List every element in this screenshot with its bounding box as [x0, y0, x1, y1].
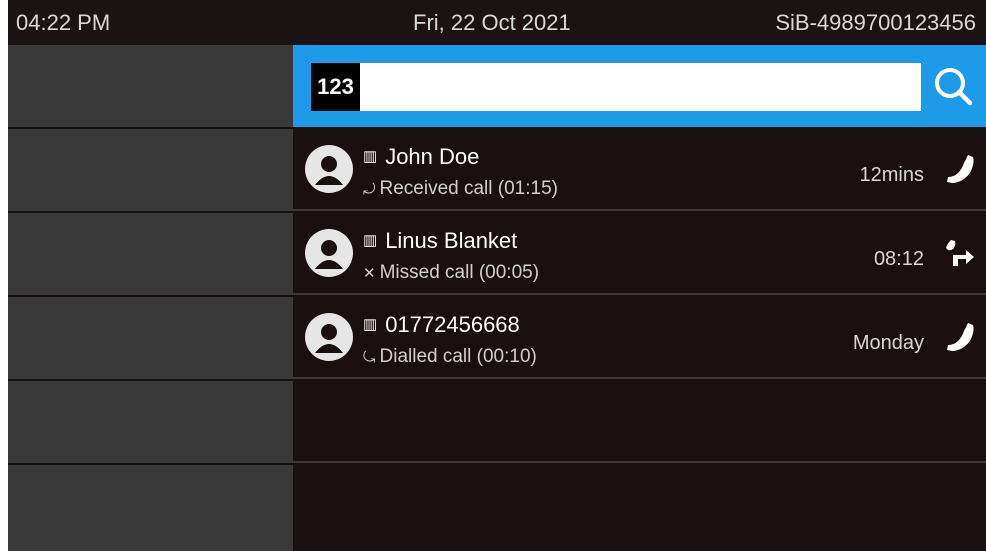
- empty-row: [293, 463, 986, 551]
- empty-row: [293, 379, 986, 463]
- avatar-icon: [305, 145, 353, 193]
- call-detail: ⤾ Received call (01:15): [363, 178, 558, 199]
- call-detail: ✕ Missed call (00:05): [363, 262, 540, 283]
- call-time: Monday: [852, 332, 924, 354]
- building-icon: ▥: [363, 316, 378, 333]
- search-bar: 123: [293, 45, 986, 127]
- status-time: 04:22 PM: [16, 10, 111, 35]
- search-icon: [935, 68, 973, 106]
- call-row[interactable]: ▥ John Doe ⤾ Received call (01:15) 12mins: [293, 127, 986, 211]
- contact-name: ▥ 01772456668: [363, 312, 520, 337]
- call-list: ▥ John Doe ⤾ Received call (01:15) 12mins …: [293, 127, 986, 551]
- received-call-icon: ⤾: [363, 181, 376, 198]
- softkey-3[interactable]: [8, 213, 293, 297]
- avatar-icon: [305, 313, 353, 361]
- search-input[interactable]: 123: [311, 63, 921, 111]
- softkey-6[interactable]: [8, 465, 293, 551]
- missed-call-icon: ✕: [363, 265, 376, 282]
- softkey-5[interactable]: [8, 381, 293, 465]
- call-row[interactable]: ▥ 01772456668 ⤿ Dialled call (00:10) Monda…: [293, 295, 986, 379]
- status-bar: 04:22 PM Fri, 22 Oct 2021 SiB-4989700123…: [8, 0, 986, 45]
- call-time: 12mins: [859, 164, 924, 186]
- phone-icon[interactable]: [942, 151, 978, 187]
- call-detail: ⤿ Dialled call (00:10): [363, 346, 537, 367]
- status-device-id: SiB-4989700123456: [775, 10, 976, 35]
- building-icon: ▥: [363, 232, 378, 249]
- contact-name: ▥ Linus Blanket: [363, 228, 518, 253]
- softkey-1[interactable]: [8, 45, 293, 129]
- phone-icon[interactable]: [942, 319, 978, 355]
- softkey-4[interactable]: [8, 297, 293, 381]
- softkey-2[interactable]: [8, 129, 293, 213]
- call-forward-icon[interactable]: [942, 235, 978, 271]
- input-mode-badge: 123: [311, 63, 360, 111]
- contact-name: ▥ John Doe: [363, 144, 480, 169]
- dialled-call-icon: ⤿: [363, 349, 376, 366]
- search-button[interactable]: [926, 59, 982, 115]
- phone-screen: 04:22 PM Fri, 22 Oct 2021 SiB-4989700123…: [8, 0, 986, 551]
- softkey-column: [8, 45, 293, 551]
- status-date: Fri, 22 Oct 2021: [413, 10, 571, 35]
- call-time: 08:12: [873, 248, 924, 270]
- avatar-icon: [305, 229, 353, 277]
- building-icon: ▥: [363, 148, 378, 165]
- call-row[interactable]: ▥ Linus Blanket ✕ Missed call (00:05) 08:1…: [293, 211, 986, 295]
